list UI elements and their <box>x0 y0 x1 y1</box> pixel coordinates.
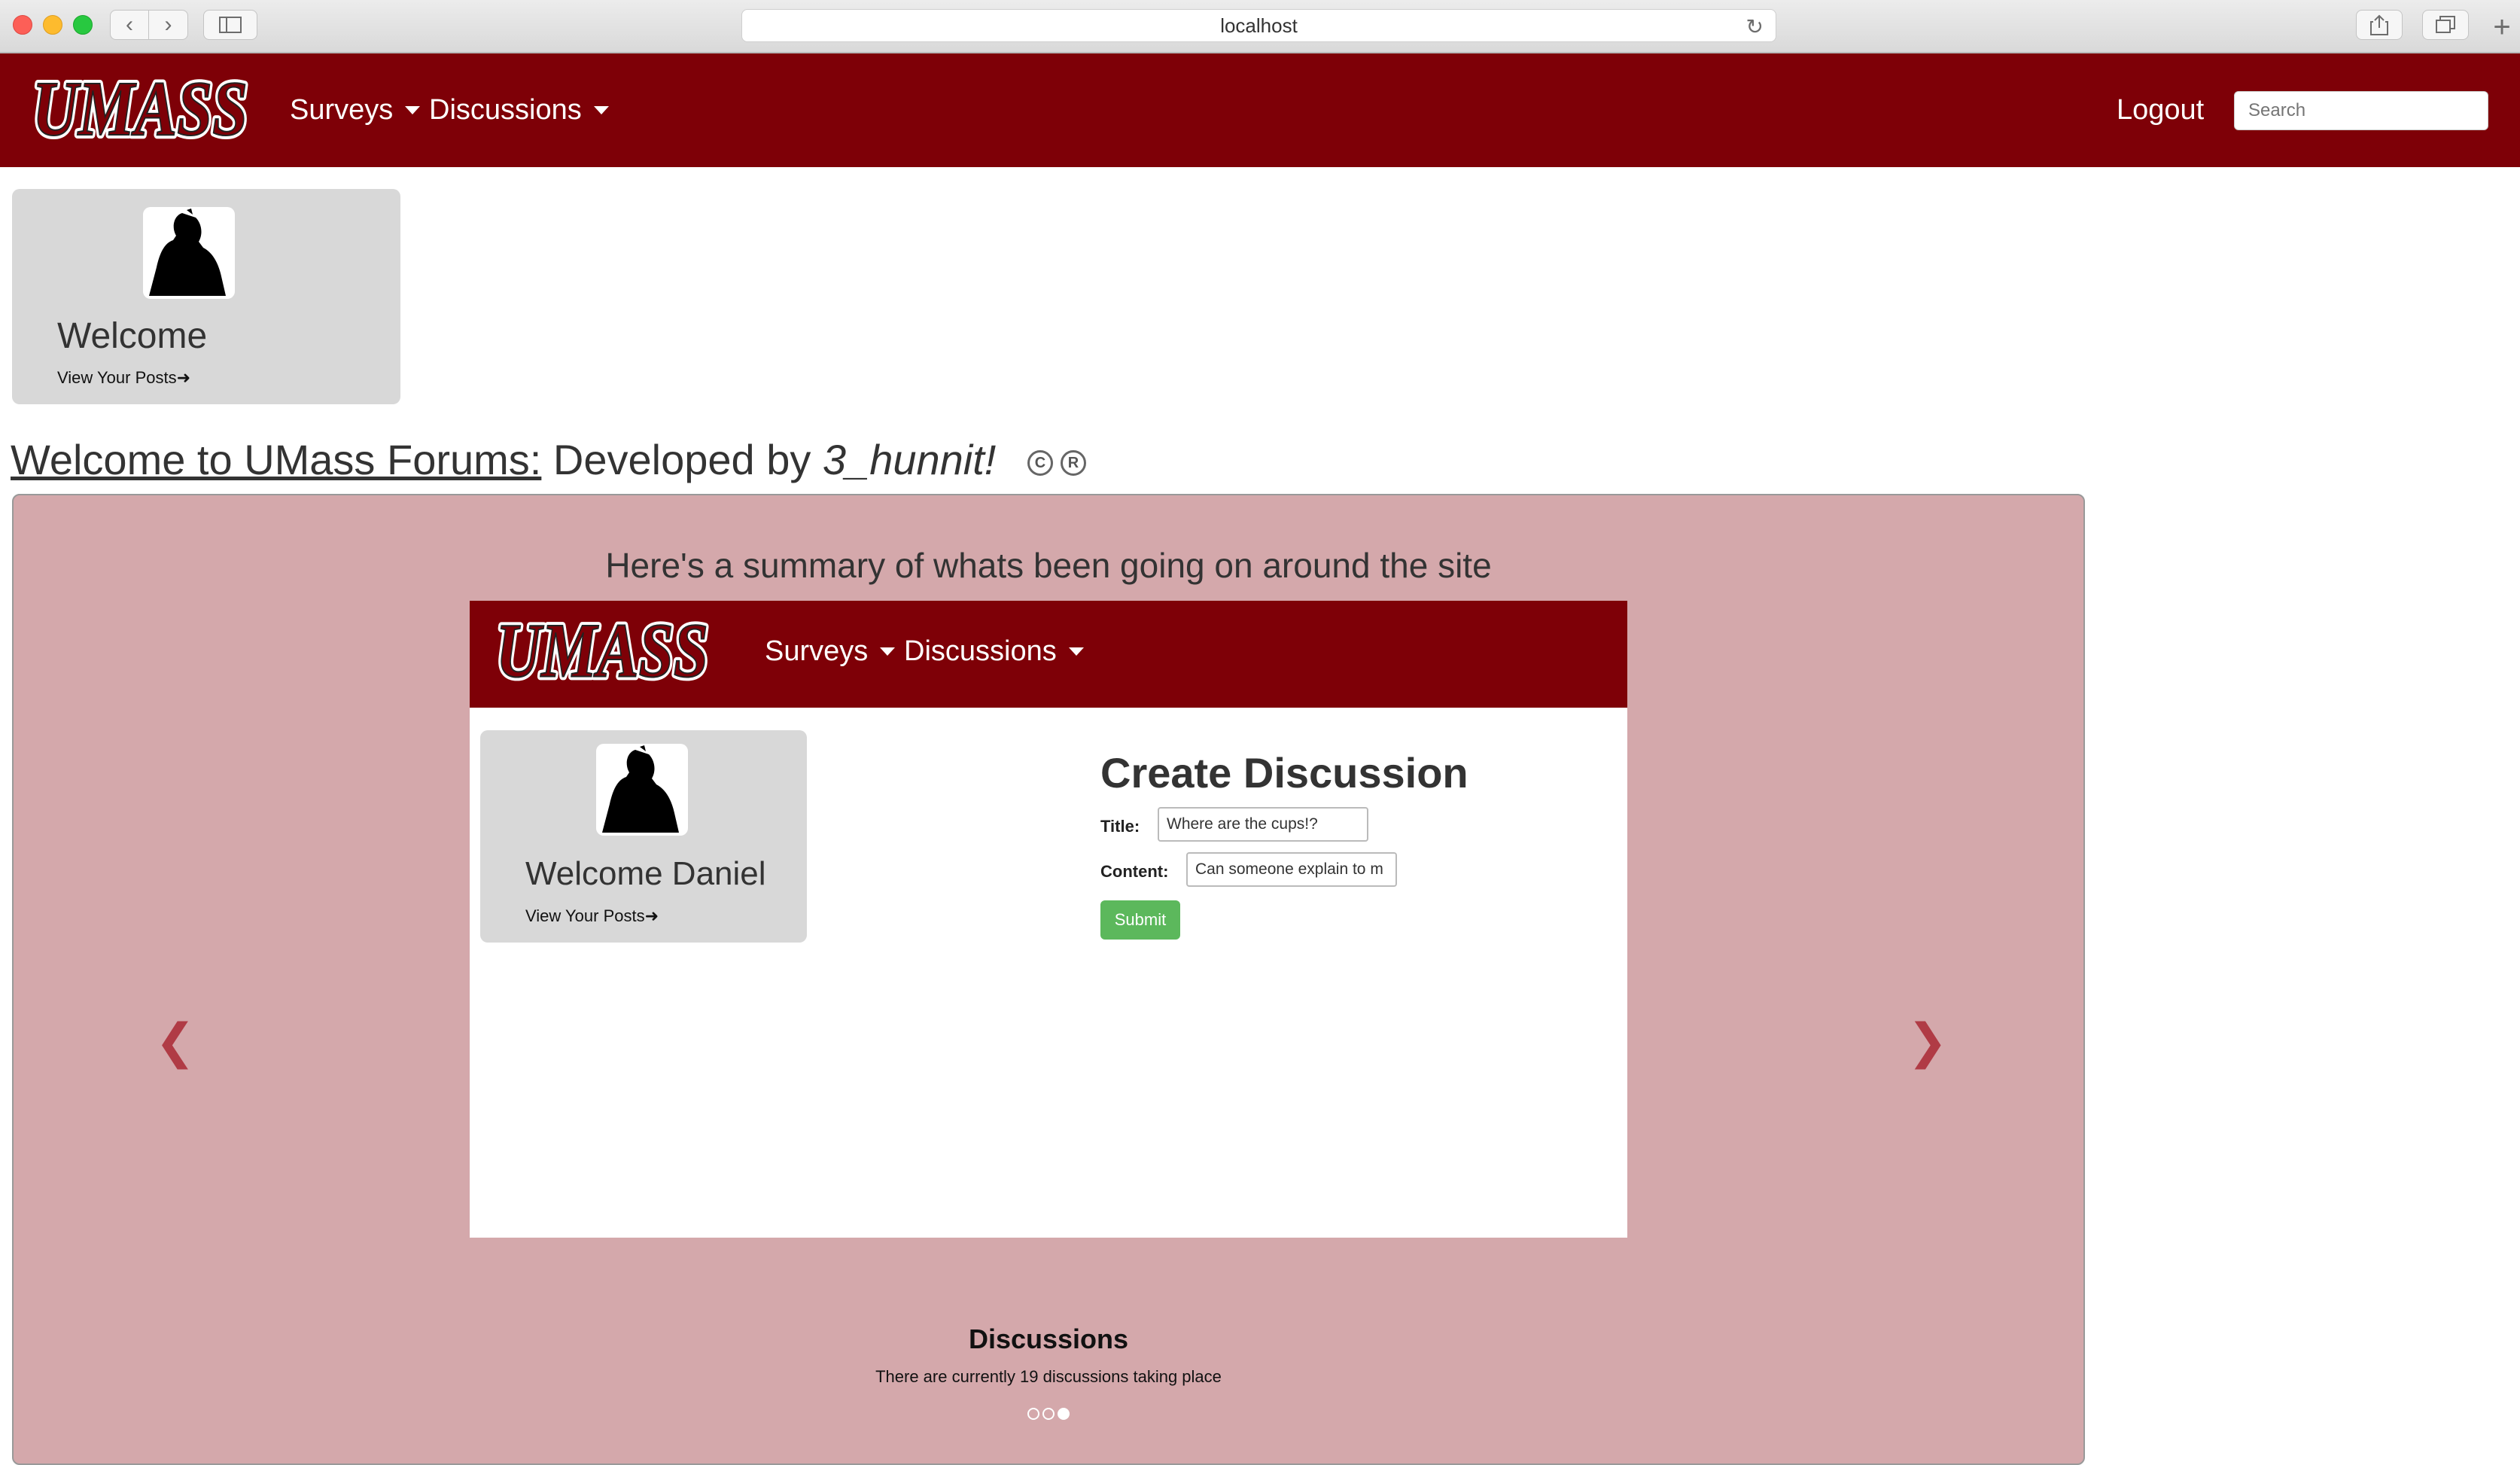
slide-view-posts-label: View Your Posts <box>525 906 645 925</box>
url-text: localhost <box>1220 14 1298 37</box>
registered-icon: R <box>1060 450 1086 477</box>
slide-discussions-label: Discussions <box>904 635 1057 667</box>
share-icon <box>2370 14 2388 35</box>
tabs-icon <box>2436 16 2455 33</box>
slide-discussions-menu: Discussions <box>904 635 1084 668</box>
new-tab-button[interactable]: + <box>2484 10 2520 44</box>
discussions-menu-label: Discussions <box>429 94 582 126</box>
chevron-left-icon: ❮ <box>155 1014 196 1068</box>
surveys-menu[interactable]: Surveys <box>290 94 421 126</box>
plus-icon: + <box>2493 10 2511 44</box>
slide-submit-button: Submit <box>1100 900 1180 940</box>
site-navbar: UMASS UMASS Surveys Discussions Logout <box>0 53 2520 167</box>
carousel-next-button[interactable]: ❯ <box>1907 1013 1948 1070</box>
show-tabs-button[interactable] <box>2422 10 2469 40</box>
carousel-prev-button[interactable]: ❮ <box>155 1013 196 1070</box>
logout-link[interactable]: Logout <box>2117 94 2204 126</box>
svg-text:UMASS: UMASS <box>496 609 708 694</box>
carousel-caption-title: Discussions <box>968 1323 1129 1354</box>
carousel-indicators <box>14 1408 2083 1420</box>
sidebar-button[interactable] <box>203 10 257 40</box>
content-label: Content: <box>1100 862 1169 881</box>
maximize-window-button[interactable] <box>73 15 93 35</box>
user-silhouette-icon <box>602 745 679 833</box>
umass-logo[interactable]: UMASS UMASS <box>27 65 253 154</box>
chevron-left-icon: ‹ <box>126 12 133 37</box>
caret-down-icon <box>1068 647 1084 656</box>
arrow-right-icon: ➜ <box>644 906 659 925</box>
view-posts-link[interactable]: View Your Posts➜ <box>57 368 190 388</box>
arrow-right-icon: ➜ <box>176 368 191 387</box>
welcome-card: Welcome View Your Posts➜ <box>12 189 400 404</box>
umass-logo: UMASS UMASS <box>492 607 712 697</box>
close-window-button[interactable] <box>13 15 32 35</box>
caret-down-icon <box>405 106 421 114</box>
discussions-menu[interactable]: Discussions <box>429 94 609 126</box>
page-title: Welcome to UMass Forums: Developed by 3_… <box>11 435 1086 484</box>
caret-down-icon <box>880 647 896 656</box>
avatar <box>596 744 688 836</box>
slide-content-field: Can someone explain to m <box>1186 852 1397 887</box>
slide-title-field: Where are the cups!? <box>1158 807 1368 842</box>
back-button[interactable]: ‹ <box>110 10 149 40</box>
team-name: 3_hunnit! <box>822 436 997 483</box>
copyright-icon: C <box>1027 450 1053 477</box>
forward-button[interactable]: › <box>149 10 188 40</box>
summary-carousel: Here's a summary of whats been going on … <box>12 494 2085 1465</box>
chevron-right-icon: ❯ <box>1907 1014 1948 1068</box>
slide-welcome-title: Welcome Daniel <box>525 855 766 892</box>
avatar <box>143 207 235 299</box>
search-input[interactable] <box>2234 91 2488 130</box>
svg-text:UMASS: UMASS <box>32 65 248 152</box>
developed-by-text: Developed by <box>552 436 811 483</box>
title-label: Title: <box>1100 817 1140 836</box>
slide-surveys-menu: Surveys <box>765 635 896 668</box>
slide-welcome-card: Welcome Daniel View Your Posts➜ <box>480 730 807 943</box>
chevron-right-icon: › <box>164 12 172 37</box>
user-silhouette-icon <box>149 209 226 296</box>
forums-link[interactable]: Welcome to UMass Forums: <box>11 436 541 483</box>
caret-down-icon <box>593 106 609 114</box>
view-posts-label: View Your Posts <box>57 368 177 387</box>
reload-icon[interactable]: ↻ <box>1746 14 1764 39</box>
carousel-heading: Here's a summary of whats been going on … <box>605 546 1492 585</box>
minimize-window-button[interactable] <box>43 15 62 35</box>
carousel-indicator-active[interactable] <box>1058 1408 1070 1420</box>
create-discussion-title: Create Discussion <box>1100 749 1468 796</box>
slide-view-posts: View Your Posts➜ <box>525 906 659 926</box>
slide-surveys-label: Surveys <box>765 635 869 667</box>
carousel-slide-image: UMASS UMASS Surveys Discussions Welcome … <box>470 601 1627 1238</box>
welcome-title: Welcome <box>57 316 208 356</box>
carousel-indicator[interactable] <box>1027 1408 1039 1420</box>
surveys-menu-label: Surveys <box>290 94 394 126</box>
browser-toolbar: ‹ › localhost ↻ + <box>0 0 2520 53</box>
carousel-indicator[interactable] <box>1042 1408 1055 1420</box>
share-button[interactable] <box>2356 10 2403 40</box>
sidebar-icon <box>219 17 242 33</box>
address-bar[interactable]: localhost ↻ <box>741 9 1776 42</box>
slide-navbar: UMASS UMASS Surveys Discussions <box>470 601 1627 708</box>
carousel-caption-text: There are currently 19 discussions takin… <box>875 1367 1222 1386</box>
